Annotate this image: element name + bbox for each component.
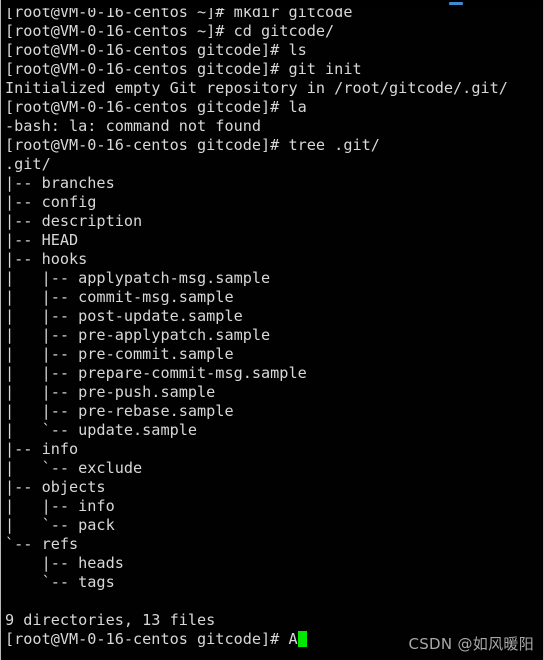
terminal-line: | `-- exclude: [5, 459, 143, 477]
terminal-line: | |-- pre-commit.sample: [5, 345, 234, 363]
terminal-line: | |-- applypatch-msg.sample: [5, 269, 271, 287]
terminal-line: | |-- pre-push.sample: [5, 383, 216, 401]
active-prompt-text: [root@VM-0-16-centos gitcode]# A: [5, 630, 298, 648]
terminal-window: [root@VM-0-16-centos ~]# mkdir gitcode […: [0, 0, 544, 660]
terminal-line: | |-- commit-msg.sample: [5, 288, 234, 306]
terminal-line: [root@VM-0-16-centos gitcode]# la: [5, 98, 307, 116]
terminal-line: |-- hooks: [5, 250, 88, 268]
terminal-line: | |-- pre-applypatch.sample: [5, 326, 271, 344]
terminal-line: | |-- prepare-commit-msg.sample: [5, 364, 307, 382]
terminal-line: [root@VM-0-16-centos ~]# cd gitcode/: [5, 22, 335, 40]
terminal-line: | `-- update.sample: [5, 421, 198, 439]
terminal-line: |-- branches: [5, 174, 115, 192]
terminal-line: `-- refs: [5, 535, 79, 553]
terminal-line: `-- tags: [5, 573, 115, 591]
terminal-line: -bash: la: command not found: [5, 117, 262, 135]
terminal-line: |-- objects: [5, 478, 106, 496]
minimize-dash-icon[interactable]: [449, 2, 463, 5]
terminal-line: |-- heads: [5, 554, 124, 572]
terminal-line: [root@VM-0-16-centos gitcode]# git init: [5, 60, 362, 78]
terminal-line: |-- info: [5, 440, 79, 458]
csdn-watermark: CSDN @如风暖阳: [408, 635, 534, 653]
terminal-line: | |-- info: [5, 497, 115, 515]
terminal-line: [root@VM-0-16-centos gitcode]# tree .git…: [5, 136, 380, 154]
window-titlebar: [0, 0, 544, 8]
terminal-line: | |-- pre-rebase.sample: [5, 402, 234, 420]
terminal-output-area[interactable]: [root@VM-0-16-centos ~]# mkdir gitcode […: [0, 0, 544, 660]
terminal-line: |-- description: [5, 212, 143, 230]
terminal-line: | `-- pack: [5, 516, 115, 534]
block-cursor: [297, 631, 307, 647]
terminal-summary-line: 9 directories, 13 files: [5, 611, 216, 629]
terminal-line: [root@VM-0-16-centos gitcode]# ls: [5, 41, 307, 59]
terminal-line: Initialized empty Git repository in /roo…: [5, 79, 508, 97]
terminal-line: .git/: [5, 155, 51, 173]
terminal-line: |-- HEAD: [5, 231, 79, 249]
terminal-line: |-- config: [5, 193, 97, 211]
terminal-line: | |-- post-update.sample: [5, 307, 243, 325]
